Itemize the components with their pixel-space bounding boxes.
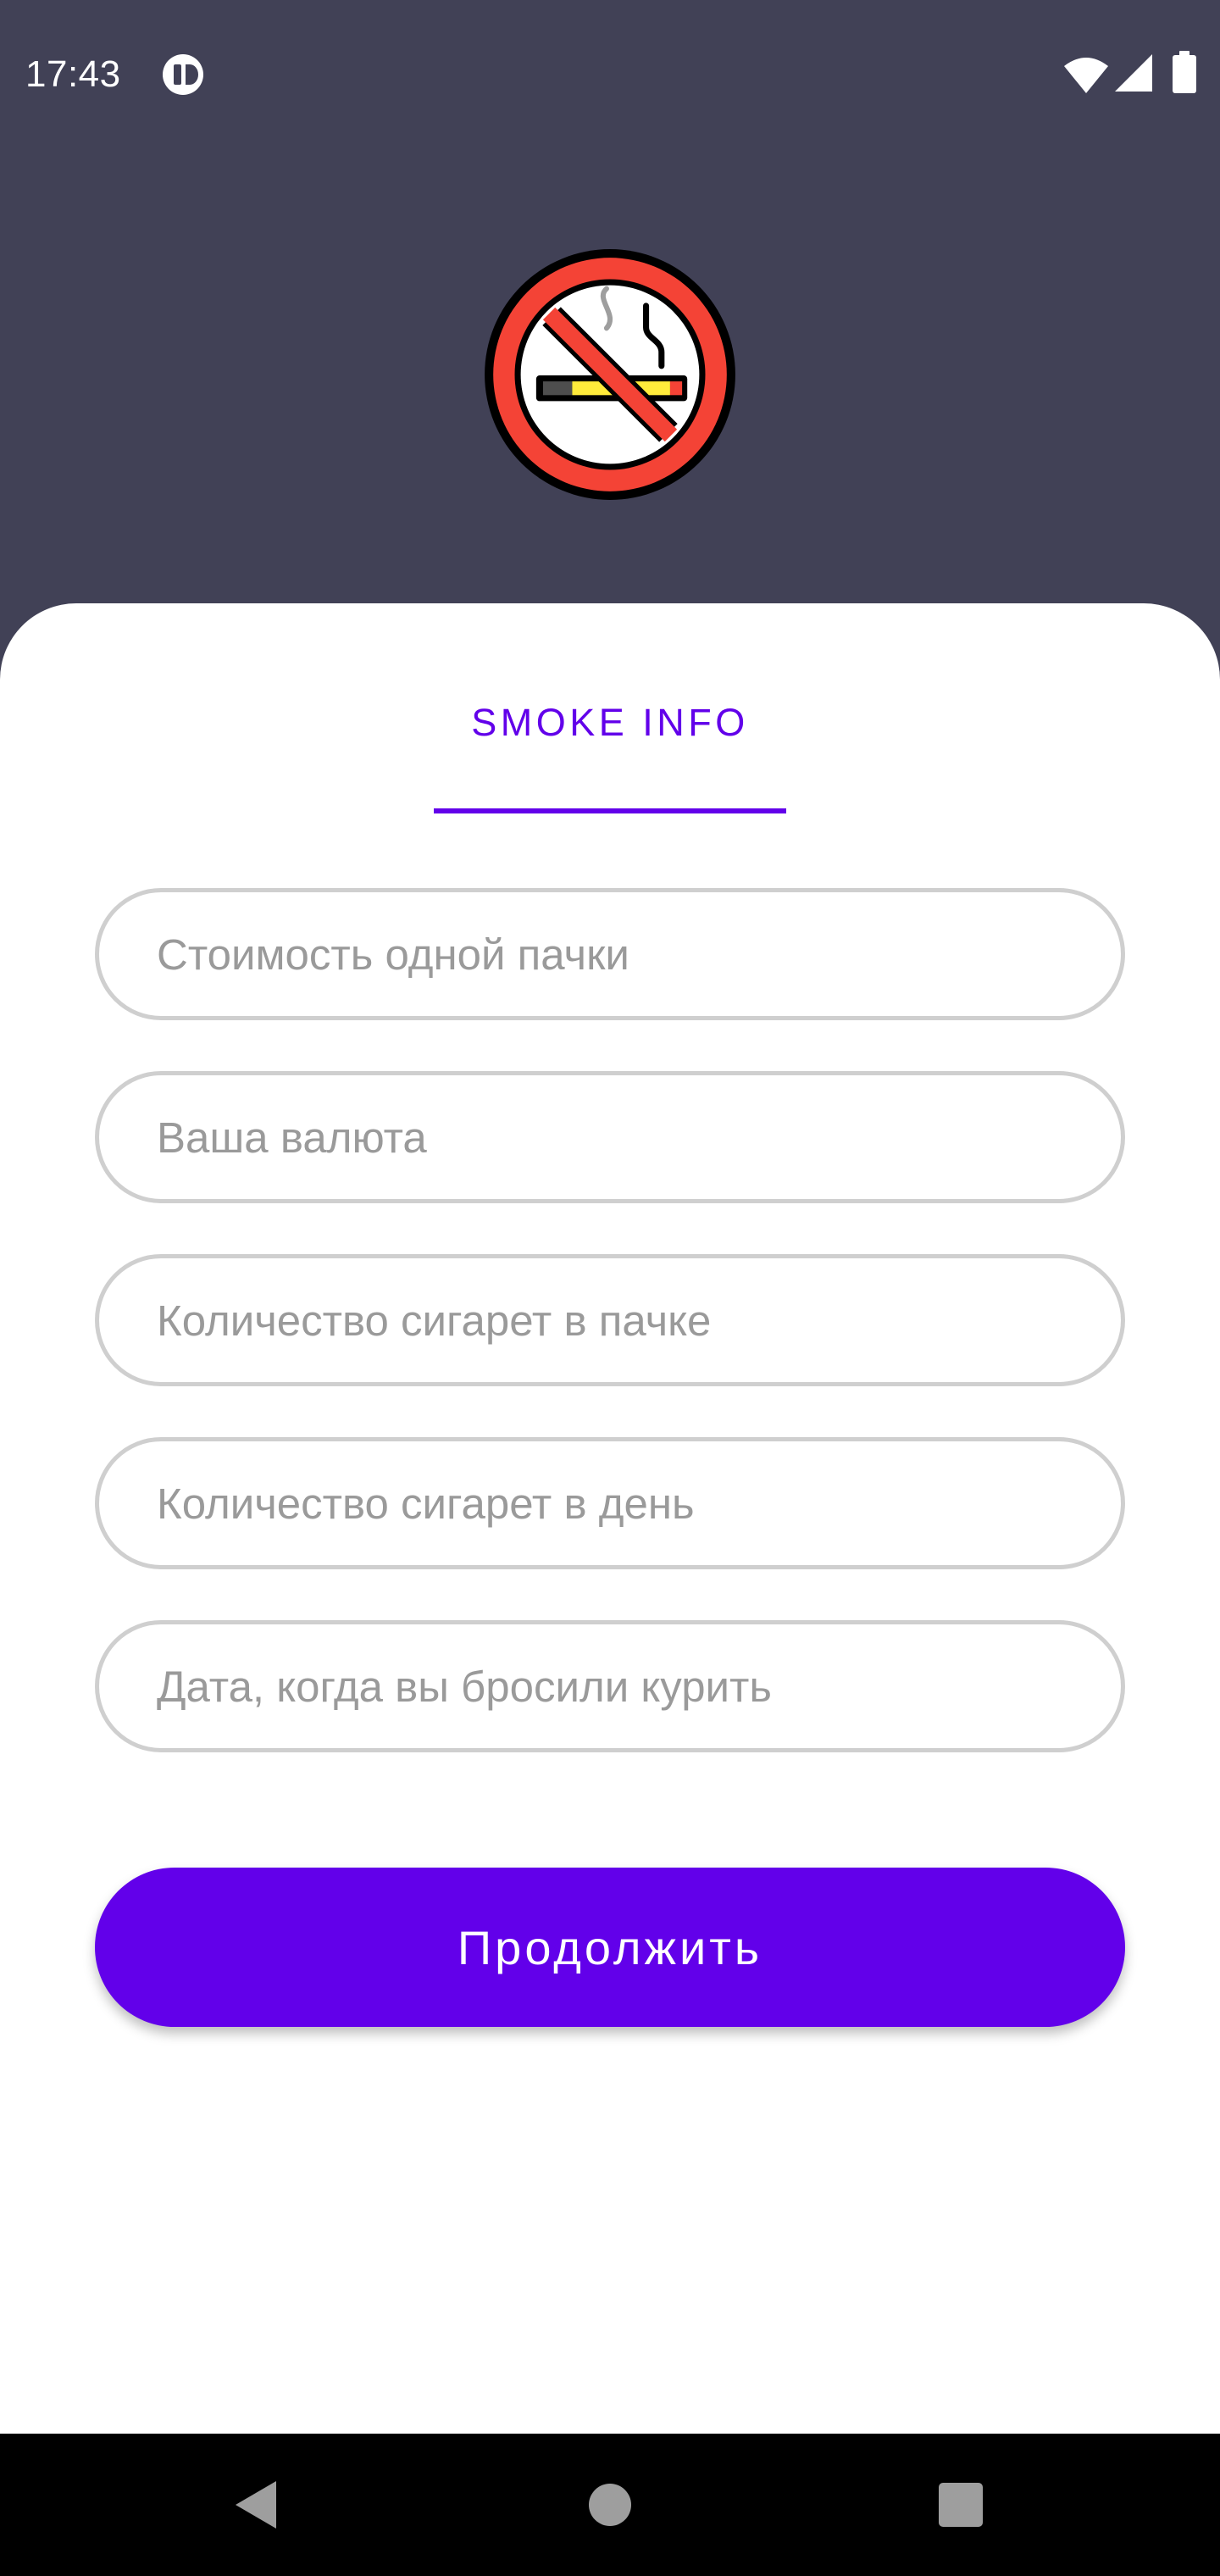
no-smoking-icon [485, 249, 735, 500]
cigarettes-per-day-field [95, 1437, 1125, 1569]
status-time: 17:43 [25, 53, 121, 95]
recents-icon[interactable] [939, 2483, 983, 2527]
quit-date-field [95, 1620, 1125, 1752]
back-icon[interactable] [232, 2479, 280, 2530]
status-bar: 17:43 [0, 0, 1220, 146]
tab-smoke-info[interactable]: SMOKE INFO [434, 693, 786, 813]
battery-icon [1173, 51, 1196, 93]
navigation-bar [0, 2434, 1220, 2576]
currency-input[interactable] [99, 1075, 1121, 1199]
currency-field [95, 1071, 1125, 1203]
home-icon[interactable] [588, 2483, 632, 2527]
cigarettes-per-pack-input[interactable] [99, 1258, 1121, 1382]
pack-price-input[interactable] [99, 892, 1121, 1016]
continue-button[interactable]: Продолжить [95, 1868, 1125, 2027]
form-card: SMOKE INFO Продолжить [0, 603, 1220, 2434]
tab-label: SMOKE INFO [471, 701, 749, 744]
cigarettes-per-pack-field [95, 1254, 1125, 1386]
quit-date-input[interactable] [99, 1624, 1121, 1748]
wifi-icon [1064, 58, 1108, 93]
app-notification-icon [163, 54, 203, 95]
tab-indicator [434, 808, 786, 813]
cigarettes-per-day-input[interactable] [99, 1441, 1121, 1565]
signal-icon [1115, 54, 1152, 92]
pack-price-field [95, 888, 1125, 1020]
